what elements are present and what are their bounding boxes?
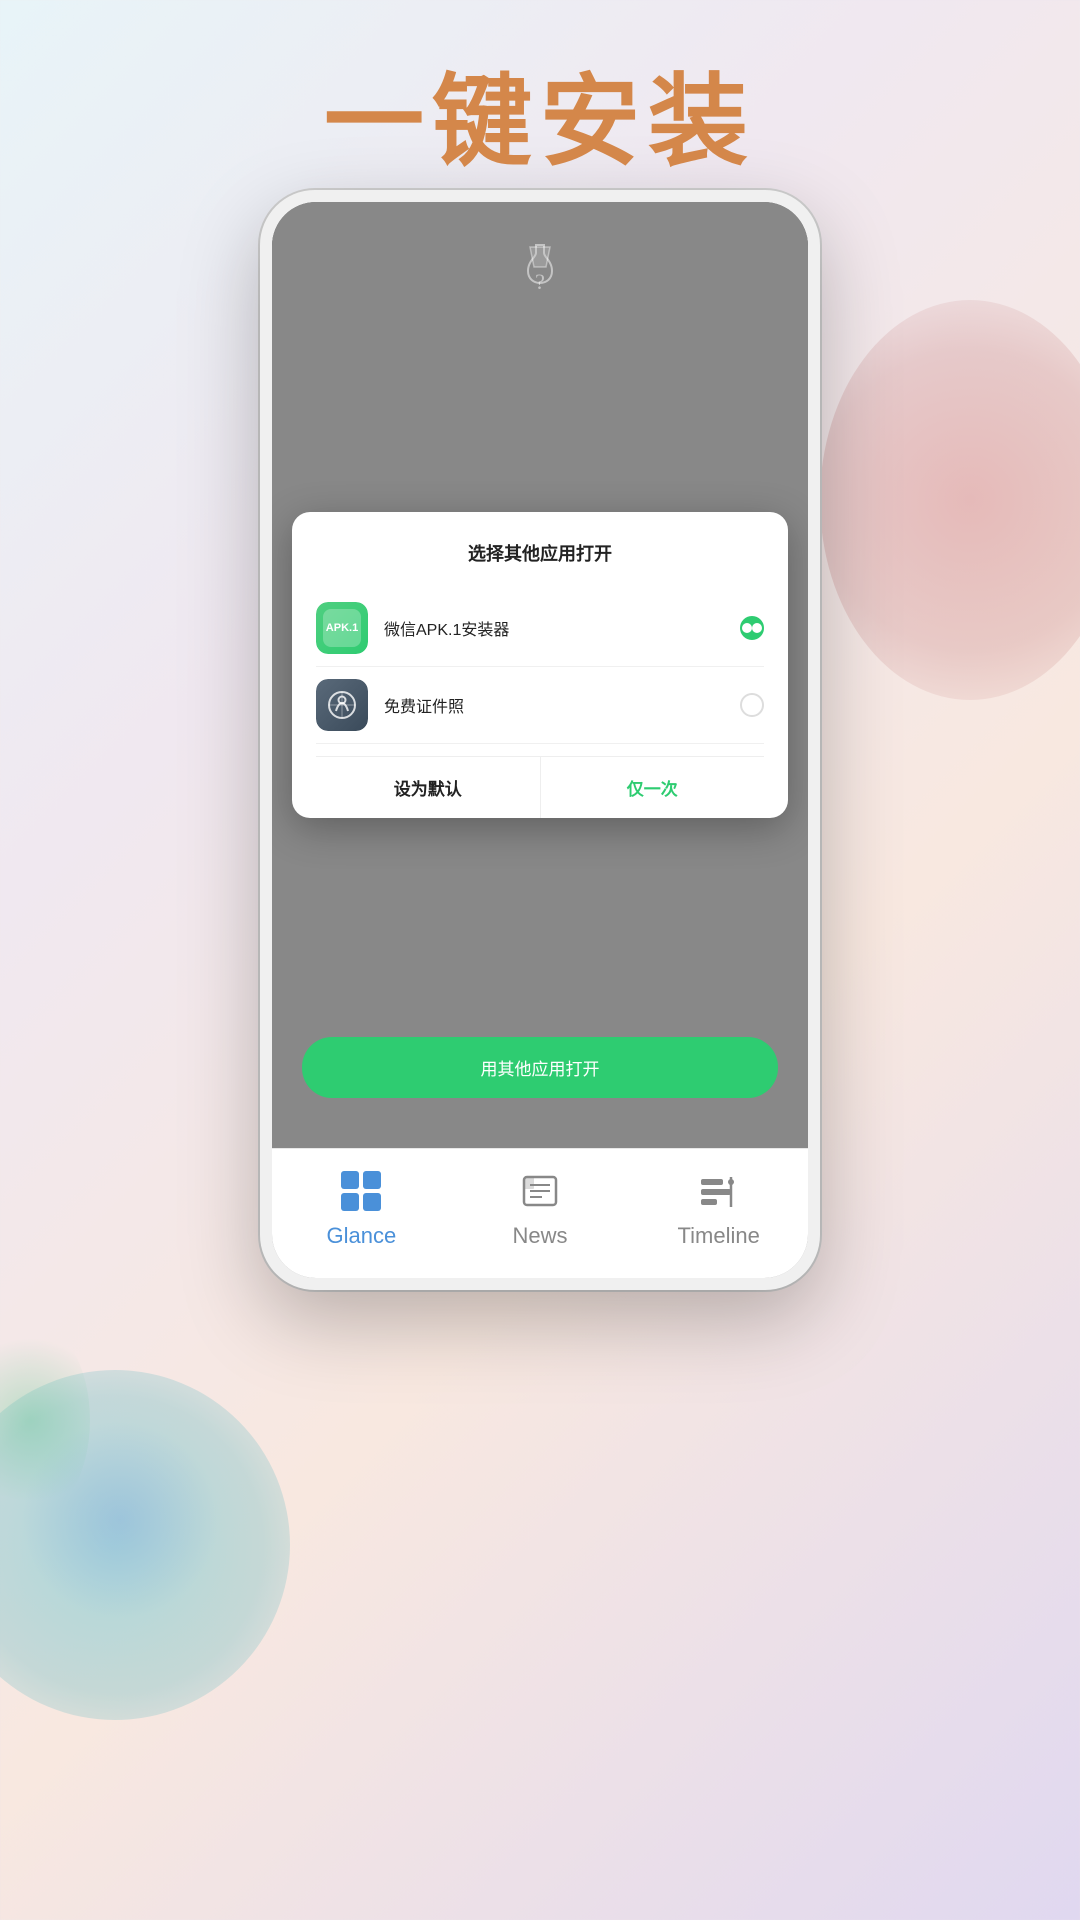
page-title: 一键安装 xyxy=(0,40,1080,185)
app-bottom-tab-bar: Glance News xyxy=(272,1148,808,1278)
bg-blob-pink xyxy=(820,300,1080,700)
news-tab-icon xyxy=(514,1165,566,1217)
cert-option-name: 免费证件照 xyxy=(384,693,740,717)
timeline-tab-label: Timeline xyxy=(678,1223,760,1249)
glance-sq3 xyxy=(341,1193,359,1211)
glance-grid-icon xyxy=(341,1171,381,1211)
tab-timeline[interactable]: Timeline xyxy=(629,1165,808,1249)
apk-radio-selected[interactable] xyxy=(740,616,764,640)
glance-sq1 xyxy=(341,1171,359,1189)
apk-app-icon: APK.1 xyxy=(316,602,368,654)
glance-tab-label: Glance xyxy=(326,1223,396,1249)
dialog-option-apk[interactable]: APK.1 微信APK.1安装器 xyxy=(316,590,764,667)
cert-app-icon xyxy=(316,679,368,731)
timeline-tab-icon xyxy=(693,1165,745,1217)
news-tab-label: News xyxy=(513,1223,568,1249)
screen-content-area: ? 选择其他应用打开 APK.1 微信APK.1安装器 xyxy=(272,202,808,1128)
tab-news[interactable]: News xyxy=(451,1165,630,1249)
apk-icon-wrapper: APK.1 xyxy=(316,602,368,654)
dialog-actions: 设为默认 仅一次 xyxy=(316,756,764,818)
tab-glance[interactable]: Glance xyxy=(272,1165,451,1249)
glance-sq2 xyxy=(363,1171,381,1189)
glance-sq4 xyxy=(363,1193,381,1211)
phone-screen: 中国移动 📶 ⏰ HD 🔋 11% 12:30 ‹ ··· ? xyxy=(272,202,808,1278)
cert-icon-wrapper xyxy=(316,679,368,731)
glance-tab-icon xyxy=(335,1165,387,1217)
once-button[interactable]: 仅一次 xyxy=(541,757,765,818)
set-default-button[interactable]: 设为默认 xyxy=(316,757,541,818)
open-with-button[interactable]: 用其他应用打开 xyxy=(302,1037,778,1098)
dialog-option-cert[interactable]: 免费证件照 xyxy=(316,667,764,744)
apk-option-name: 微信APK.1安装器 xyxy=(384,616,740,640)
apk-icon-label: APK.1 xyxy=(323,609,361,647)
dialog-overlay: 选择其他应用打开 APK.1 微信APK.1安装器 xyxy=(272,202,808,1128)
cert-radio-unselected[interactable] xyxy=(740,693,764,717)
phone-mockup: 中国移动 📶 ⏰ HD 🔋 11% 12:30 ‹ ··· ? xyxy=(260,190,820,1290)
dialog-title: 选择其他应用打开 xyxy=(316,540,764,566)
dialog-container: 选择其他应用打开 APK.1 微信APK.1安装器 xyxy=(292,512,788,818)
